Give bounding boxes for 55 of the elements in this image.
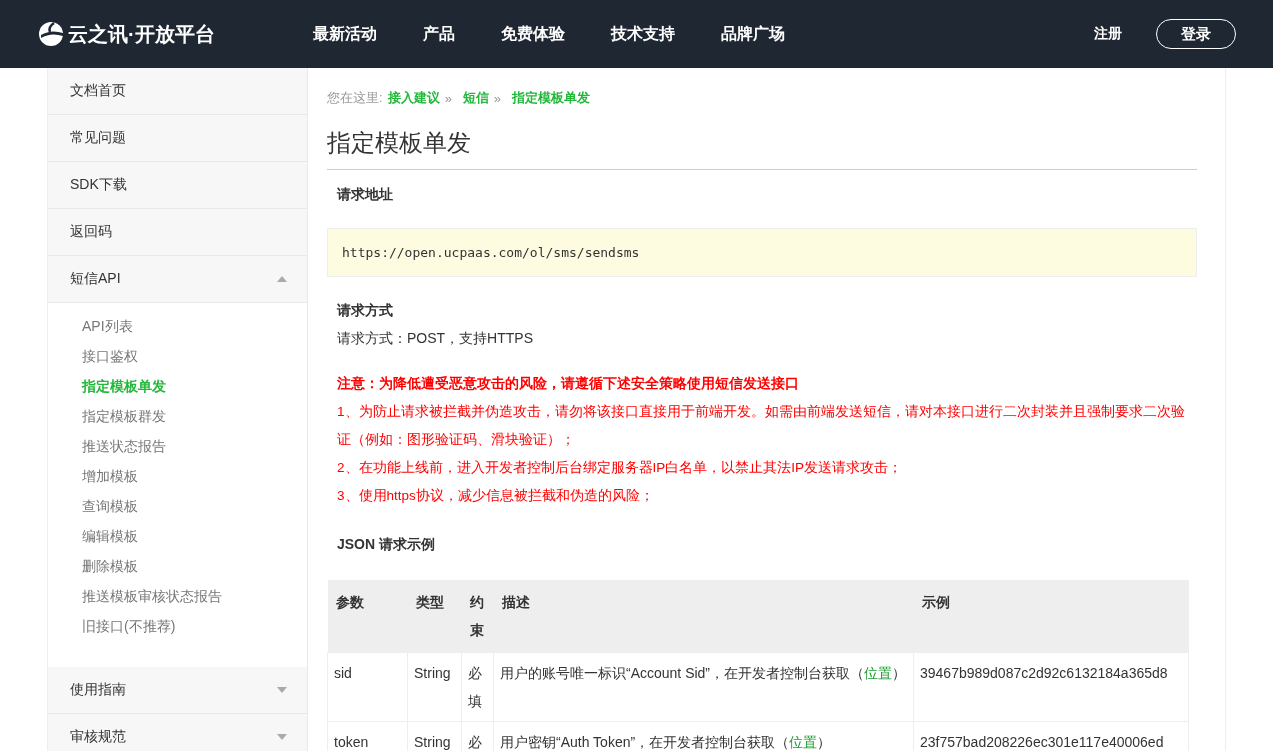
table-cell: String — [407, 652, 462, 722]
nav-link[interactable]: 技术支持 — [611, 23, 675, 45]
sidebar-subitem[interactable]: 删除模板 — [82, 551, 307, 581]
sidebar-subitem[interactable]: 增加模板 — [82, 461, 307, 491]
sidebar-subitem[interactable]: API列表 — [82, 311, 307, 341]
nav-link[interactable]: 免费体验 — [501, 23, 565, 45]
warning-text: 2、在功能上线前，进入开发者控制后台绑定服务器IP白名单，以禁止其法IP发送请求攻击； — [337, 459, 904, 477]
sidebar-item[interactable]: 使用指南 — [48, 667, 307, 714]
sidebar-subitem[interactable]: 推送模板审核状态报告 — [82, 581, 307, 611]
nav-link[interactable]: 产品 — [423, 23, 455, 45]
page-title: 指定模板单发 — [327, 127, 1197, 170]
column-header: 示例 — [913, 580, 1189, 653]
sidebar-subitem[interactable]: 查询模板 — [82, 491, 307, 521]
sidebar-item[interactable]: 审核规范 — [48, 714, 307, 751]
sidebar-item[interactable]: 短信API — [48, 256, 307, 303]
sidebar-subitem[interactable]: 接口鉴权 — [82, 341, 307, 371]
sidebar-item[interactable]: SDK下载 — [48, 162, 307, 209]
breadcrumb-current[interactable]: 指定模板单发 — [512, 89, 591, 107]
table-cell: 39467b989d087c2d92c6132184a365d8 — [913, 652, 1189, 722]
column-header: 描述 — [493, 580, 914, 653]
register-link[interactable]: 注册 — [1094, 25, 1122, 43]
sidebar-subitem[interactable]: 旧接口(不推荐) — [82, 611, 307, 641]
section-heading: 请求方式 — [337, 302, 394, 320]
breadcrumb-link[interactable]: 短信 — [462, 89, 489, 107]
location-link[interactable]: 位置 — [864, 665, 893, 681]
table-cell: sid — [327, 652, 408, 722]
sidebar-item[interactable]: 常见问题 — [48, 115, 307, 162]
section-heading: JSON 请求示例 — [337, 536, 436, 554]
url-code-block: https://open.ucpaas.com/ol/sms/sendsms — [327, 228, 1197, 277]
section-heading: 请求地址 — [337, 186, 394, 204]
method-text: 请求方式：POST，支持HTTPS — [337, 330, 534, 348]
sidebar-subitem[interactable]: 指定模板群发 — [82, 401, 307, 431]
column-header: 类型 — [407, 580, 462, 653]
sidebar-item[interactable]: 文档首页 — [48, 68, 307, 115]
table-cell: 必填 — [461, 652, 494, 722]
warning-text: 1、为防止请求被拦截并伪造攻击，请勿将该接口直接用于前端开发。如需由前端发送短信，请对本接口进行二次封装并且强制要求二次验证（例如：图形验证码、滑块验证）； — [337, 403, 1186, 449]
description-cell: 用户的账号唯一标识“Account Sid”，在开发者控制台获取（位置） — [493, 652, 914, 722]
logo-icon — [38, 21, 64, 47]
logo-text[interactable]: 云之讯·开放平台 — [68, 20, 215, 48]
warning-text: 3、使用https协议，减少信息被拦截和伪造的风险； — [337, 487, 655, 505]
breadcrumb-separator: » — [493, 90, 502, 106]
breadcrumb-label: 您在这里: — [327, 89, 383, 107]
column-header: 参数 — [327, 580, 408, 653]
breadcrumb-link[interactable]: 接入建议 — [387, 89, 440, 107]
nav-link[interactable]: 最新活动 — [313, 23, 377, 45]
breadcrumb-separator: » — [444, 90, 452, 106]
sidebar-subitem[interactable]: 编辑模板 — [82, 521, 307, 551]
column-header: 约束 — [461, 580, 494, 653]
sidebar-item[interactable]: 返回码 — [48, 209, 307, 256]
nav-link[interactable]: 品牌广场 — [721, 23, 785, 45]
warning-heading: 注意：为降低遭受恶意攻击的风险，请遵循下述安全策略使用短信发送接口 — [337, 375, 800, 393]
sidebar-subitem[interactable]: 指定模板单发 — [82, 371, 307, 401]
location-link[interactable]: 位置 — [789, 734, 818, 750]
sidebar-subitem[interactable]: 推送状态报告 — [82, 431, 307, 461]
table-cell: token — [327, 721, 408, 751]
